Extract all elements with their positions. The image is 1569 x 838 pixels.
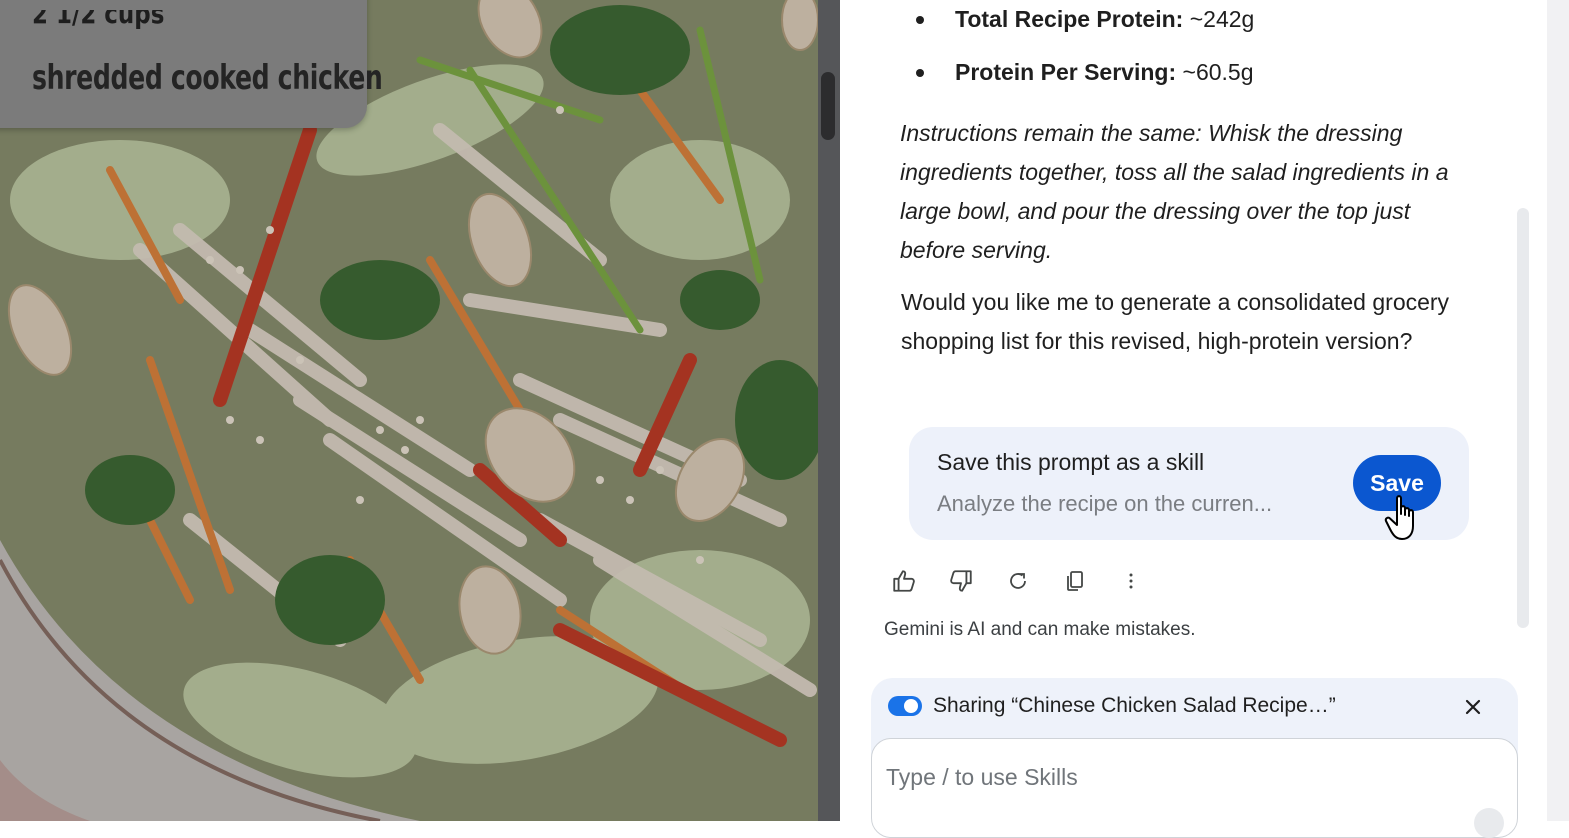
followup-question: Would you like me to generate a consolid…: [901, 289, 1450, 354]
ingredient-name: shredded cooked chicken: [32, 58, 383, 98]
sharing-toggle-icon[interactable]: [888, 695, 922, 717]
recipe-page: 2 1/2 cups shredded cooked chicken: [0, 0, 818, 821]
instructions-text: Instructions remain the same: Whisk the …: [900, 120, 1449, 263]
skill-description: Analyze the recipe on the curren...: [937, 491, 1273, 516]
send-button[interactable]: [1474, 808, 1504, 838]
protein-per-serving: Protein Per Serving: ~60.5g: [955, 59, 1254, 85]
bullet-icon: [916, 16, 924, 24]
copy-icon[interactable]: [1061, 567, 1089, 595]
page-scrollbar-thumb[interactable]: [821, 72, 835, 140]
ai-disclaimer: Gemini is AI and can make mistakes.: [884, 619, 1196, 640]
sharing-label: Sharing “Chinese Chicken Salad Recipe…”: [933, 694, 1336, 717]
panel-edge: [1547, 0, 1569, 821]
thumb-down-icon[interactable]: [947, 567, 975, 595]
more-vert-icon[interactable]: [1117, 567, 1145, 595]
close-icon[interactable]: [1461, 695, 1485, 719]
protein-total: Total Recipe Protein: ~242g: [955, 6, 1255, 32]
thumb-up-icon[interactable]: [890, 567, 918, 595]
prompt-placeholder: Type / to use Skills: [886, 764, 1078, 790]
ingredient-amount: 2 1/2 cups: [32, 10, 165, 30]
regenerate-icon[interactable]: [1004, 567, 1032, 595]
panel-scrollbar[interactable]: [1517, 208, 1529, 628]
hand-cursor-icon: [1384, 495, 1414, 540]
bullet-icon: [916, 69, 924, 77]
skill-title: Save this prompt as a skill: [937, 449, 1205, 475]
